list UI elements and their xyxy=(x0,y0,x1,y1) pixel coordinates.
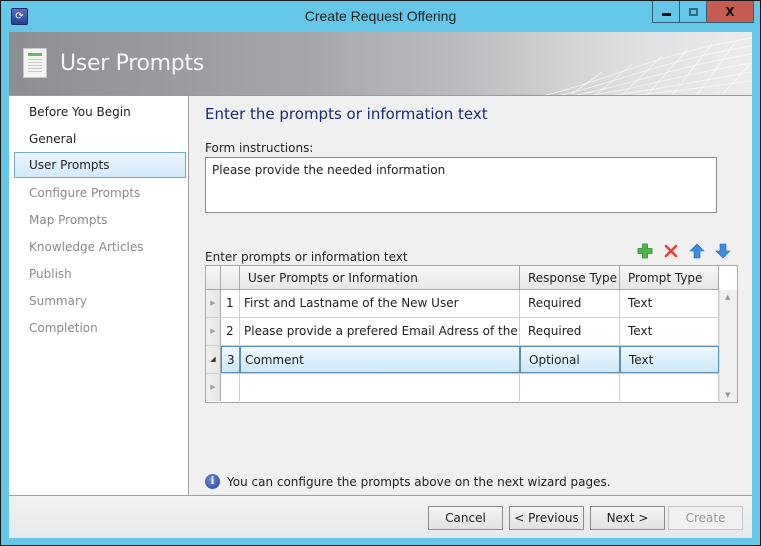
info-message: i You can configure the prompts above on… xyxy=(205,474,611,489)
prompt-type-cell[interactable]: Text xyxy=(620,346,719,373)
response-type-cell[interactable]: Optional xyxy=(520,346,620,373)
arrow-up-icon[interactable] xyxy=(688,242,706,260)
prompt-cell[interactable]: Comment xyxy=(240,346,520,373)
row-number: 2 xyxy=(221,318,240,345)
response-type-cell[interactable]: Required xyxy=(520,290,620,317)
main-panel: Enter the prompts or information text Fo… xyxy=(190,96,752,495)
wizard-client-area: User Prompts Before You Begin General Us xyxy=(9,32,752,538)
nav-item-publish: Publish xyxy=(29,267,72,281)
header-banner: User Prompts xyxy=(9,32,752,96)
row-number: 3 xyxy=(221,346,240,373)
nav-item-completion: Completion xyxy=(29,321,98,335)
prompt-type-cell[interactable] xyxy=(620,374,719,401)
maximize-icon xyxy=(688,7,698,16)
section-heading: Enter the prompts or information text xyxy=(205,105,488,123)
prompt-type-cell[interactable]: Text xyxy=(620,290,719,317)
cancel-button[interactable]: Cancel xyxy=(428,506,503,530)
response-type-cell[interactable]: Required xyxy=(520,318,620,345)
minimize-icon xyxy=(661,12,671,16)
prompt-cell[interactable]: Please provide a prefered Email Adress o… xyxy=(240,318,520,345)
scroll-up-icon[interactable]: ▲ xyxy=(725,293,730,301)
info-icon: i xyxy=(205,474,220,489)
add-icon[interactable] xyxy=(636,242,654,260)
row-selector-icon[interactable]: ▶ xyxy=(206,290,221,317)
close-icon: X xyxy=(725,4,735,19)
grid-corner xyxy=(719,266,737,290)
row-number: 1 xyxy=(221,290,240,317)
form-instructions-input[interactable]: Please provide the needed information xyxy=(205,157,717,213)
prompts-grid: User Prompts or Information Response Typ… xyxy=(205,265,738,403)
grid-vertical-scrollbar[interactable]: ▲ ▼ xyxy=(719,290,737,402)
arrow-down-icon[interactable] xyxy=(714,242,732,260)
next-button[interactable]: Next > xyxy=(590,506,665,530)
window-controls: X xyxy=(652,1,754,23)
delete-icon[interactable] xyxy=(662,242,680,260)
page-title: User Prompts xyxy=(60,51,204,76)
banner-mesh-decoration xyxy=(544,37,752,95)
column-header-response-type[interactable]: Response Type xyxy=(520,266,620,290)
grid-header-number xyxy=(221,266,240,290)
prompts-label: Enter prompts or information text xyxy=(205,250,408,264)
maximize-button[interactable] xyxy=(680,1,707,22)
document-icon xyxy=(23,48,47,78)
column-header-prompt-type[interactable]: Prompt Type xyxy=(620,266,719,290)
previous-button[interactable]: < Previous xyxy=(509,506,584,530)
form-instructions-label: Form instructions: xyxy=(205,141,314,155)
prompt-cell[interactable]: First and Lastname of the New User xyxy=(240,290,520,317)
prompt-type-cell[interactable]: Text xyxy=(620,318,719,345)
grid-header-rowselector xyxy=(206,266,221,290)
table-row-new[interactable]: ▶ xyxy=(206,374,719,402)
nav-item-summary: Summary xyxy=(29,294,87,308)
table-row-selected[interactable]: ◢ 3 Comment Optional Text xyxy=(206,346,719,374)
nav-item-map-prompts: Map Prompts xyxy=(29,213,108,227)
window-title: Create Request Offering xyxy=(304,8,457,24)
prompt-cell[interactable] xyxy=(240,374,520,401)
grid-toolbar xyxy=(636,242,732,260)
nav-item-general[interactable]: General xyxy=(14,126,186,152)
scroll-down-icon[interactable]: ▼ xyxy=(725,391,730,399)
nav-item-before-you-begin[interactable]: Before You Begin xyxy=(14,99,186,125)
title-bar[interactable]: ⟳ Create Request Offering X xyxy=(1,1,760,32)
grid-header: User Prompts or Information Response Typ… xyxy=(206,266,719,290)
minimize-button[interactable] xyxy=(653,1,680,22)
create-button: Create xyxy=(668,506,743,530)
row-selector-icon[interactable]: ▶ xyxy=(206,318,221,345)
table-row[interactable]: ▶ 2 Please provide a prefered Email Adre… xyxy=(206,318,719,346)
table-row[interactable]: ▶ 1 First and Lastname of the New User R… xyxy=(206,290,719,318)
wizard-nav: Before You Begin General User Prompts Co… xyxy=(9,96,189,495)
response-type-cell[interactable] xyxy=(520,374,620,401)
nav-item-user-prompts[interactable]: User Prompts xyxy=(14,152,186,178)
wizard-footer: Cancel < Previous Next > Create xyxy=(9,495,752,538)
column-header-user-prompts[interactable]: User Prompts or Information xyxy=(240,266,520,290)
info-text: You can configure the prompts above on t… xyxy=(227,474,611,489)
row-selector-icon[interactable]: ▶ xyxy=(206,374,221,401)
row-number xyxy=(221,374,240,401)
wizard-window: ⟳ Create Request Offering X User Prompts xyxy=(0,0,761,546)
nav-item-configure-prompts: Configure Prompts xyxy=(29,186,141,200)
close-button[interactable]: X xyxy=(707,1,753,22)
row-selected-indicator-icon[interactable]: ◢ xyxy=(206,346,221,373)
nav-item-knowledge-articles: Knowledge Articles xyxy=(29,240,144,254)
